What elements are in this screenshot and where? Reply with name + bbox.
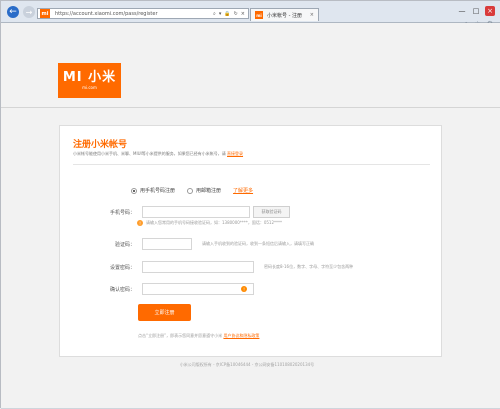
- dropdown-icon[interactable]: ▾: [219, 11, 222, 17]
- confirm-password-label: 确认密码：: [109, 286, 135, 293]
- verification-code-input[interactable]: [142, 238, 192, 250]
- forward-icon: →: [25, 7, 33, 17]
- agreement-prefix: 点击“立即注册”，即表示您同意并愿意遵守小米: [138, 333, 223, 338]
- email-registration-option[interactable]: 用邮箱注册: [187, 187, 221, 194]
- site-logo-icon: mi: [40, 9, 50, 18]
- registration-subtitle: 小米帐号能使用小米手机、米聊、MIUI等小米提供的服务，如果您已经有小米帐号，请…: [73, 151, 243, 157]
- back-icon: ←: [9, 7, 17, 17]
- phone-label: 手机号码：: [109, 209, 135, 216]
- verification-code-hint: 请输入手机收到的验证码，收到一条短信后请输入，请填写正确: [202, 241, 314, 246]
- active-tab[interactable]: mi 小米帐号 - 注册 ×: [250, 8, 319, 21]
- page-title: 注册小米帐号: [73, 140, 128, 150]
- phone-row: 手机号码：: [85, 206, 250, 218]
- phone-radio[interactable]: [131, 187, 137, 194]
- stop-icon[interactable]: ×: [241, 11, 245, 17]
- tab-title: 小米帐号 - 注册: [267, 12, 302, 19]
- confirm-password-row: 确认密码：: [85, 283, 264, 295]
- subtitle-text: 小米帐号能使用小米手机、米聊、MIUI等小米提供的服务，如果您已经有小米帐号，请: [73, 151, 226, 156]
- address-tools: ⌕ ▾ 🔒 ↻ ×: [213, 11, 245, 17]
- register-button[interactable]: 立即注册: [138, 304, 191, 321]
- agreement-text: 点击“立即注册”，即表示您同意并愿意遵守小米 用户协议和隐私政策: [138, 333, 259, 339]
- get-code-button[interactable]: 获取验证码: [253, 206, 290, 218]
- logo-mark: MI 小米: [62, 69, 117, 85]
- header-divider: [1, 107, 500, 108]
- learn-more-link[interactable]: 了解更多: [233, 187, 253, 194]
- registration-card: 注册小米帐号 小米帐号能使用小米手机、米聊、MIUI等小米提供的服务，如果您已经…: [59, 125, 442, 357]
- password-input[interactable]: [142, 261, 254, 273]
- logo-brand: mi.com: [82, 84, 97, 90]
- card-divider: [73, 164, 430, 165]
- direct-login-link[interactable]: 直接登录: [227, 151, 243, 156]
- page-content: MI 小米 mi.com 注册小米帐号 小米帐号能使用小米手机、米聊、MIUI等…: [1, 23, 500, 409]
- back-button[interactable]: ←: [7, 6, 19, 18]
- phone-info: ! 请输入您常用的手机号码接收验证码，如：1380000****，固话：0512…: [137, 220, 282, 226]
- minimize-icon[interactable]: —: [457, 6, 467, 16]
- close-window-icon[interactable]: ×: [485, 6, 495, 16]
- verification-code-label: 验证码：: [114, 241, 135, 248]
- forward-button[interactable]: →: [23, 6, 35, 18]
- tab-favicon: mi: [255, 11, 263, 19]
- tab-close-icon[interactable]: ×: [310, 12, 314, 18]
- info-icon: !: [137, 220, 143, 226]
- search-icon[interactable]: ⌕: [213, 11, 216, 17]
- registration-method: 用手机号码注册 用邮箱注册 了解更多: [131, 187, 253, 194]
- browser-window: ← → mi https://account.xiaomi.com/pass/r…: [0, 0, 500, 409]
- agreement-link[interactable]: 用户协议和隐私政策: [223, 333, 259, 338]
- confirm-password-input[interactable]: [142, 283, 254, 295]
- password-row: 设置密码： 密码长度8-16位，数字、字母、字符至少包含两种: [85, 261, 353, 273]
- maximize-icon[interactable]: □: [471, 6, 481, 16]
- window-controls: — □ ×: [457, 6, 495, 16]
- phone-input[interactable]: [142, 206, 250, 218]
- password-label: 设置密码：: [109, 264, 135, 271]
- password-hint: 密码长度8-16位，数字、字母、字符至少包含两种: [264, 264, 354, 269]
- xiaomi-logo[interactable]: MI 小米 mi.com: [58, 63, 121, 98]
- browser-toolbar: ← → mi https://account.xiaomi.com/pass/r…: [1, 1, 500, 28]
- email-radio-label: 用邮箱注册: [196, 188, 222, 194]
- address-bar[interactable]: mi https://account.xiaomi.com/pass/regis…: [37, 8, 249, 19]
- refresh-icon[interactable]: ↻: [234, 11, 238, 17]
- phone-radio-label: 用手机号码注册: [140, 188, 176, 194]
- phone-info-text: 请输入您常用的手机号码接收验证码，如：1380000****，固话：0512**…: [146, 220, 282, 225]
- lock-icon: 🔒: [224, 10, 231, 17]
- url-text[interactable]: https://account.xiaomi.com/pass/register: [55, 11, 158, 17]
- email-radio[interactable]: [187, 187, 194, 194]
- password-status-icon: !: [241, 286, 247, 292]
- phone-registration-option[interactable]: 用手机号码注册: [131, 187, 175, 194]
- footer-text: 小米公司版权所有 - 京ICP备10046444 - 京公网安备11010802…: [179, 362, 315, 367]
- verification-code-row: 验证码： 请输入手机收到的验证码，收到一条短信后请输入，请填写正确: [85, 238, 314, 250]
